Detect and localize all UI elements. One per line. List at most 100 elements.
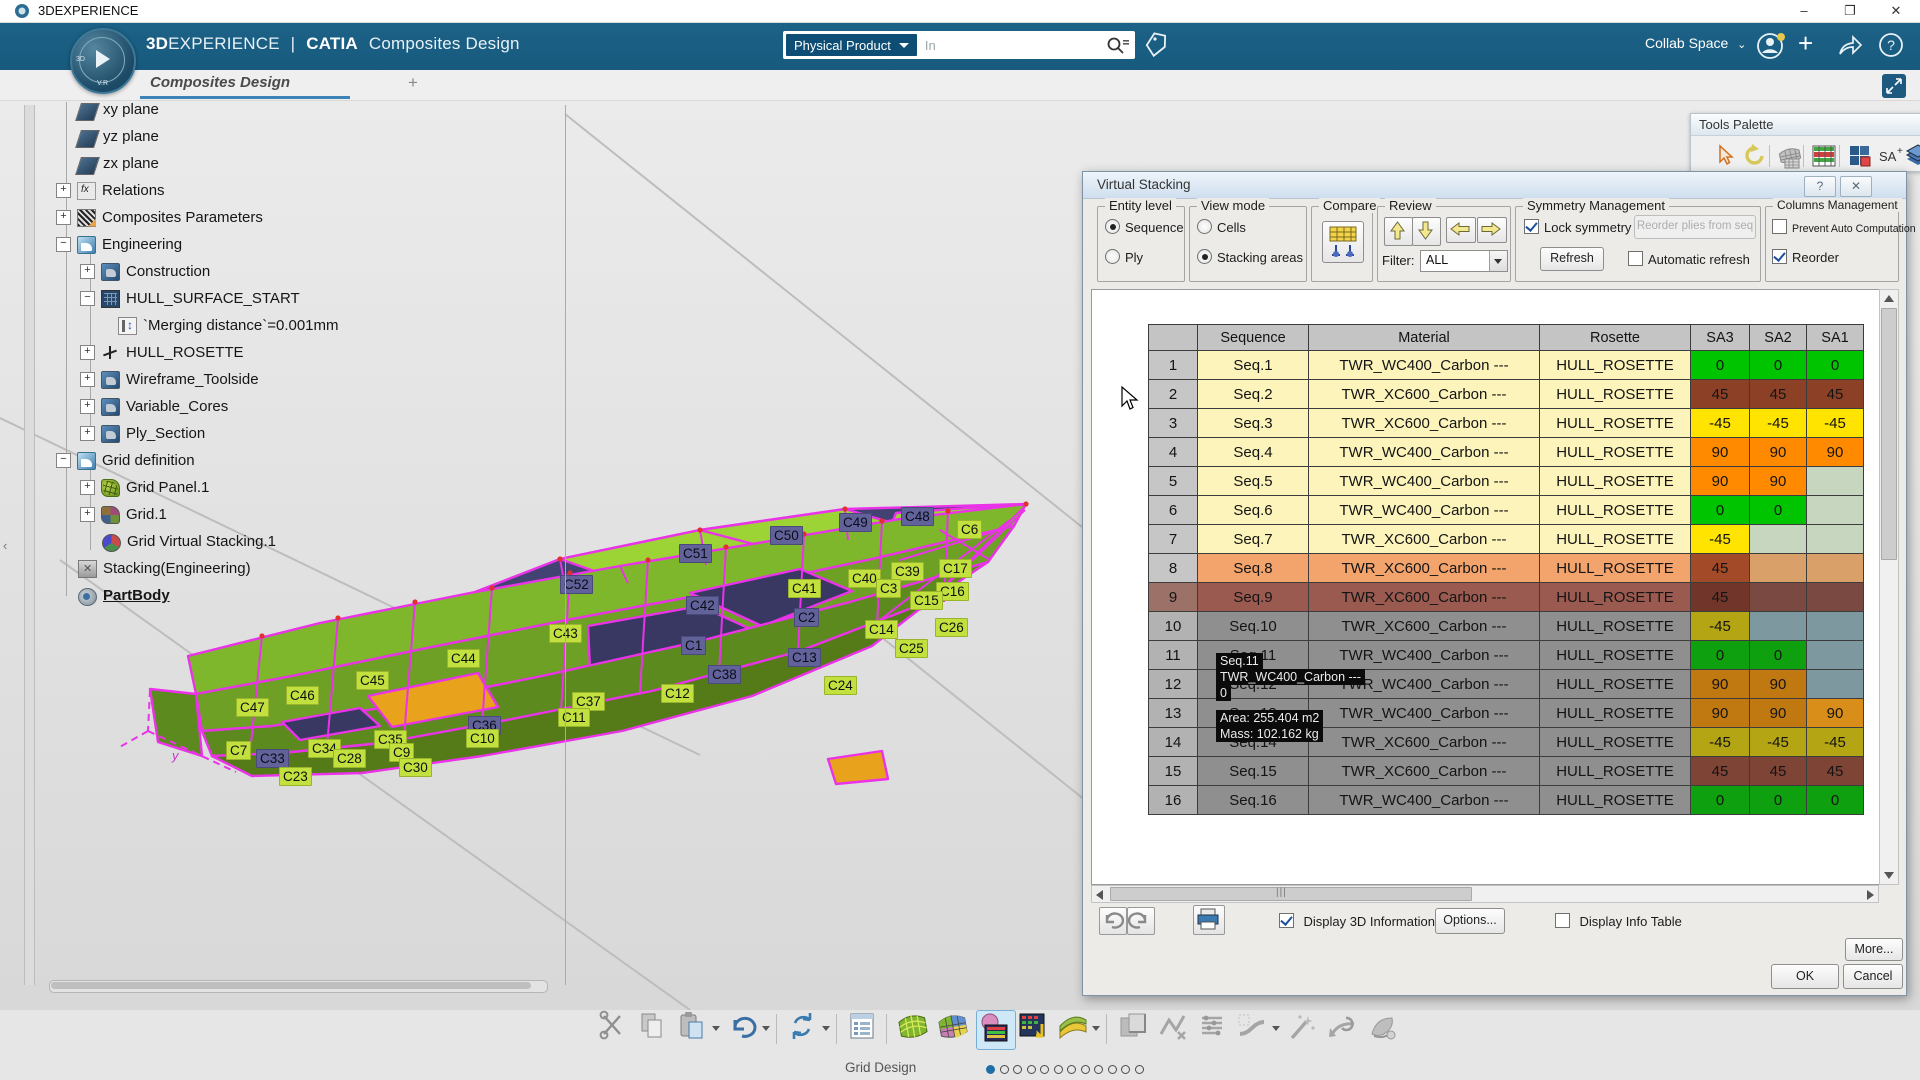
tree-item-label[interactable]: PartBody (103, 587, 170, 604)
table-row-seq-4[interactable]: 4 Seq.4 TWR_WC400_Carbon --- HULL_ROSETTE 90… (1148, 437, 1864, 467)
cell-label-c14[interactable]: C14 (865, 620, 898, 639)
stacking-management-icon[interactable] (1016, 1010, 1054, 1048)
collab-space-dropdown[interactable]: Collab Space ⌄ (1645, 35, 1746, 51)
new-tab-button[interactable]: + (408, 73, 418, 93)
table-row-seq-16[interactable]: 16 Seq.16 TWR_WC400_Carbon --- HULL_ROSETTE… (1148, 785, 1864, 815)
scrollbar-thumb[interactable]: ||| (1110, 887, 1472, 901)
column-header-SA3[interactable]: SA3 (1690, 324, 1750, 351)
rosette-cell[interactable]: HULL_ROSETTE (1539, 727, 1691, 757)
table-horizontal-scrollbar[interactable]: ||| (1091, 885, 1879, 903)
column-header-Material[interactable]: Material (1308, 324, 1540, 351)
sequence-cell[interactable]: Seq.10 (1197, 611, 1309, 641)
sa3-cell[interactable]: 90 (1690, 698, 1750, 728)
material-cell[interactable]: TWR_WC400_Carbon --- (1308, 785, 1540, 815)
row-number-cell[interactable]: 14 (1148, 727, 1198, 757)
sa1-cell[interactable] (1806, 524, 1864, 554)
material-cell[interactable]: TWR_WC400_Carbon --- (1308, 437, 1540, 467)
tree-item-label[interactable]: zx plane (103, 155, 159, 172)
material-cell[interactable]: TWR_XC600_Carbon --- (1308, 379, 1540, 409)
rosette-cell[interactable]: HULL_ROSETTE (1539, 408, 1691, 438)
sa3-cell[interactable]: 90 (1690, 437, 1750, 467)
tree-item-label[interactable]: Stacking(Engineering) (103, 560, 251, 577)
sa2-cell[interactable]: 90 (1749, 669, 1807, 699)
minimize-button[interactable]: – (1784, 0, 1824, 22)
tree-item-label[interactable]: Engineering (102, 236, 182, 253)
restore-button[interactable]: ❐ (1830, 0, 1870, 22)
tree-item-label[interactable]: Grid.1 (126, 506, 167, 523)
tree-item-label[interactable]: Grid Panel.1 (126, 479, 209, 496)
sequence-cell[interactable]: Seq.2 (1197, 379, 1309, 409)
stacking-table-icon[interactable] (1811, 143, 1837, 169)
tree-item--merging-distance-0-001mm[interactable]: `Merging distance`=0.001mm (30, 312, 339, 339)
sa3-cell[interactable]: 0 (1690, 785, 1750, 815)
sa2-cell[interactable] (1749, 553, 1807, 583)
sa1-cell[interactable] (1806, 611, 1864, 641)
rosette-cell[interactable]: HULL_ROSETTE (1539, 379, 1691, 409)
material-cell[interactable]: TWR_WC400_Carbon --- (1308, 495, 1540, 525)
tree-item-engineering[interactable]: − Engineering (30, 231, 182, 258)
sa1-cell[interactable] (1806, 553, 1864, 583)
material-cell[interactable]: TWR_XC600_Carbon --- (1308, 611, 1540, 641)
section-dot-6[interactable] (1053, 1065, 1063, 1074)
review-next-button[interactable] (1477, 217, 1507, 243)
row-number-cell[interactable]: 9 (1148, 582, 1198, 612)
rosette-cell[interactable]: HULL_ROSETTE (1539, 437, 1691, 467)
cell-label-c2[interactable]: C2 (794, 608, 820, 627)
row-number-cell[interactable]: 12 (1148, 669, 1198, 699)
search-input[interactable]: In (925, 38, 1105, 53)
circular-arrow-icon[interactable] (1743, 143, 1769, 169)
sa1-cell[interactable] (1806, 495, 1864, 525)
undo-icon[interactable] (726, 1010, 764, 1048)
panels-icon[interactable] (1847, 143, 1873, 169)
sa2-cell[interactable]: -45 (1749, 408, 1807, 438)
cell-label-c51[interactable]: C51 (679, 544, 712, 563)
global-search[interactable]: Physical Product In (783, 31, 1135, 59)
table-row-seq-8[interactable]: 8 Seq.8 TWR_XC600_Carbon --- HULL_ROSETTE 45 (1148, 553, 1864, 583)
tree-item-ply-section[interactable]: + Ply_Section (30, 420, 205, 447)
review-down-button[interactable] (1412, 217, 1441, 246)
sa2-cell[interactable]: 0 (1749, 350, 1807, 380)
tree-item-relations[interactable]: + Relations (30, 177, 165, 204)
table-row-seq-10[interactable]: 10 Seq.10 TWR_XC600_Carbon --- HULL_ROSETTE… (1148, 611, 1864, 641)
redo-button[interactable] (1127, 907, 1155, 935)
sa3-cell[interactable]: 45 (1690, 582, 1750, 612)
sequence-cell[interactable]: Seq.4 (1197, 437, 1309, 467)
table-row-seq-3[interactable]: 3 Seq.3 TWR_XC600_Carbon --- HULL_ROSETTE -4… (1148, 408, 1864, 438)
sa3-cell[interactable]: 90 (1690, 466, 1750, 496)
table-row-seq-1[interactable]: 1 Seq.1 TWR_WC400_Carbon --- HULL_ROSETTE 0 0… (1148, 350, 1864, 380)
table-row-seq-7[interactable]: 7 Seq.7 TWR_XC600_Carbon --- HULL_ROSETTE -4… (1148, 524, 1864, 554)
cancel-button[interactable]: Cancel (1843, 964, 1903, 989)
rosette-cell[interactable]: HULL_ROSETTE (1539, 785, 1691, 815)
tree-expander-icon[interactable]: + (80, 507, 95, 522)
material-cell[interactable]: TWR_WC400_Carbon --- (1308, 350, 1540, 380)
tree-item-label[interactable]: `Merging distance`=0.001mm (143, 317, 339, 334)
tag-icon[interactable] (1143, 31, 1169, 59)
row-number-cell[interactable]: 15 (1148, 756, 1198, 786)
grid-icon[interactable] (936, 1010, 974, 1048)
sa2-cell[interactable]: 90 (1749, 466, 1807, 496)
select-cursor-icon[interactable] (1713, 143, 1739, 169)
sa3-cell[interactable]: -45 (1690, 524, 1750, 554)
rosette-cell[interactable]: HULL_ROSETTE (1539, 524, 1691, 554)
sa2-cell[interactable]: 90 (1749, 437, 1807, 467)
filter-dropdown[interactable]: ALL (1420, 250, 1508, 272)
row-number-cell[interactable]: 7 (1148, 524, 1198, 554)
sa2-cell[interactable]: 0 (1749, 785, 1807, 815)
tree-expander-icon[interactable]: + (80, 399, 95, 414)
rework-zone-icon[interactable] (1156, 1010, 1194, 1048)
sa2-cell[interactable]: 45 (1749, 756, 1807, 786)
radio-stacking-areas[interactable]: Stacking areas (1197, 249, 1303, 267)
close-button[interactable]: ✕ (1876, 0, 1916, 22)
3d-compass[interactable]: 3D V.R (70, 28, 136, 94)
dropdown-caret-icon[interactable] (1092, 1026, 1100, 1031)
tree-item-label[interactable]: HULL_SURFACE_START (126, 290, 300, 307)
tree-expander-icon[interactable]: − (56, 237, 71, 252)
tree-item-composites-parameters[interactable]: + Composites Parameters (30, 204, 263, 231)
scroll-left-icon[interactable] (1096, 890, 1103, 900)
sa1-cell[interactable] (1806, 466, 1864, 496)
tree-item-zx-plane[interactable]: zx plane (30, 150, 159, 177)
help-icon[interactable]: ? (1878, 32, 1904, 58)
material-cell[interactable]: TWR_XC600_Carbon --- (1308, 524, 1540, 554)
material-cell[interactable]: TWR_WC400_Carbon --- (1308, 466, 1540, 496)
scrollbar-thumb[interactable] (1881, 308, 1897, 560)
